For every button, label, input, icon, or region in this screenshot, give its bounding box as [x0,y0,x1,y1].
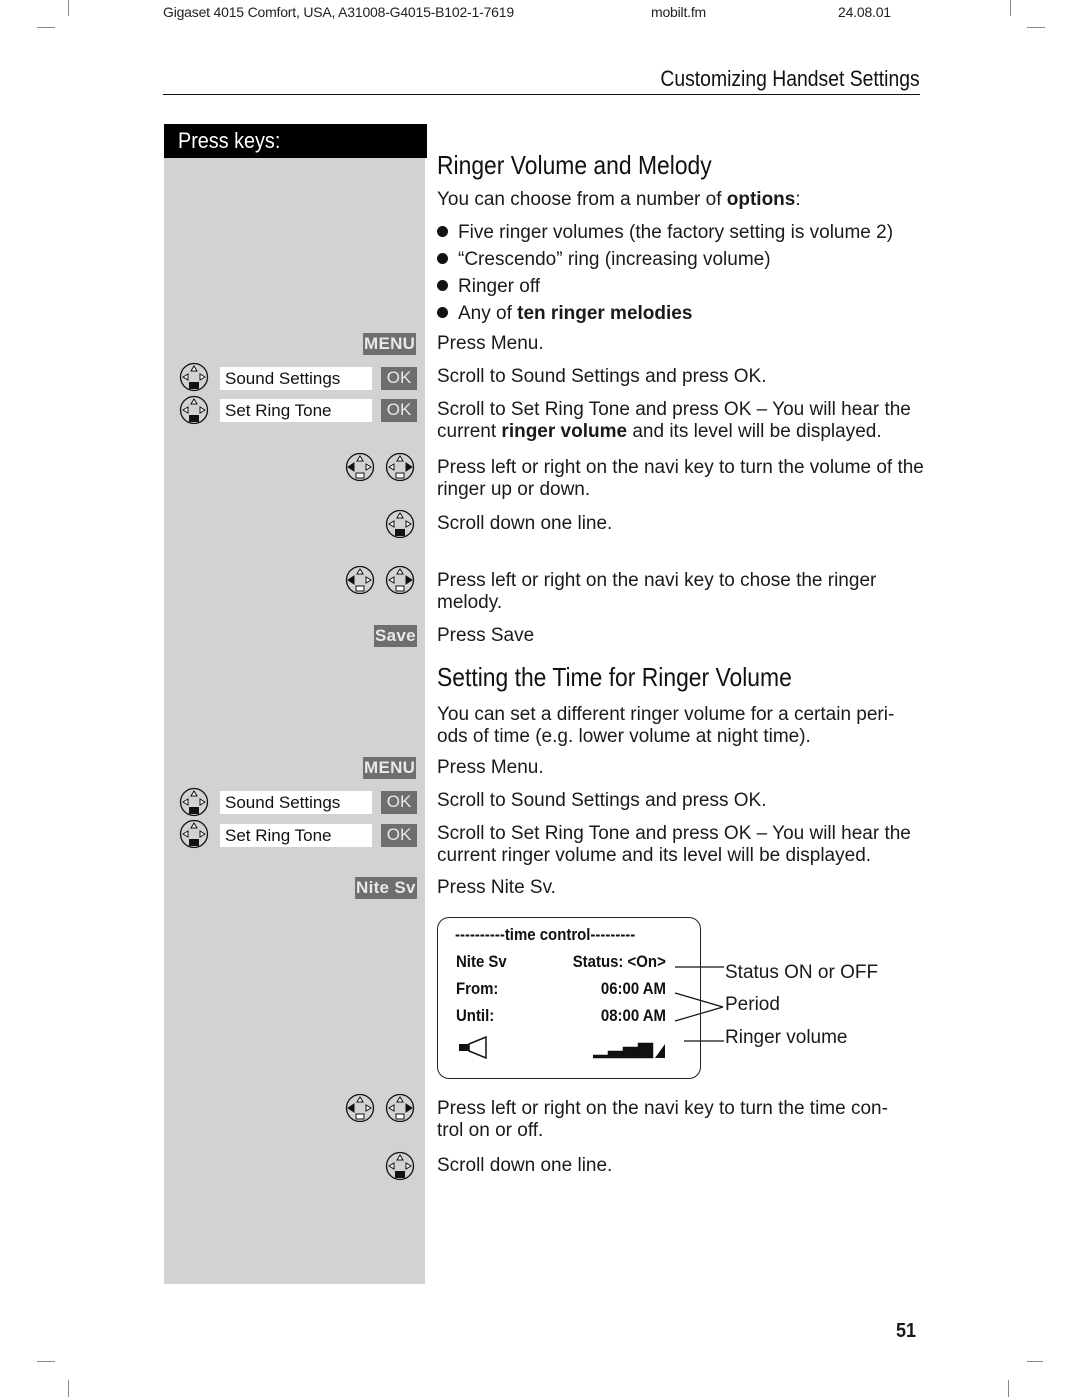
volume-step [593,1054,609,1059]
file-name: mobilt.fm [651,4,706,20]
crop-mark [1027,27,1045,28]
ok-key[interactable]: OK [381,791,417,814]
menu-item-set-ring-tone[interactable]: Set Ring Tone [220,399,372,422]
bullet-item: Ringer off [437,276,540,298]
crop-mark [37,27,55,28]
menu-item-sound-settings[interactable]: Sound Settings [220,791,372,814]
volume-step [637,1042,654,1059]
bullet-icon [437,280,448,291]
section-heading: Setting the Time for Ringer Volume [437,662,792,692]
step-text: Press left or right on the navi key to t… [437,457,924,500]
bullet-icon [437,226,448,237]
section-heading: Ringer Volume and Melody [437,150,712,180]
header-rule [163,94,920,95]
step-text: Scroll down one line. [437,1155,613,1176]
display-from-label: From: [456,979,499,998]
crop-mark [1010,0,1011,16]
page-number: 51 [896,1320,917,1342]
menu-key[interactable]: MENU [363,333,417,355]
volume-step [607,1050,624,1059]
save-key[interactable]: Save [374,625,417,647]
display-nite-label: Nite Sv [456,952,507,971]
step-text: Press Nite Sv. [437,877,556,898]
menu-item-set-ring-tone[interactable]: Set Ring Tone [220,824,372,847]
display-until-value: 08:00 AM [600,1006,666,1025]
doc-id: Gigaset 4015 Comfort, USA, A31008-G4015-… [163,4,514,20]
step-text: Scroll to Set Ring Tone and press OK – Y… [437,823,911,866]
annotation-volume: Ringer volume [725,1027,848,1048]
nite-sv-key[interactable]: Nite Sv [355,877,417,899]
annotation-leaders [674,966,724,1042]
step-text: Scroll to Sound Settings and press OK. [437,790,767,811]
intro-text: You can set a different ringer volume fo… [437,704,895,747]
chapter-title: Customizing Handset Settings [660,66,920,91]
doc-date: 24.08.01 [838,4,891,20]
menu-item-sound-settings[interactable]: Sound Settings [220,367,372,390]
bullet-item: “Crescendo” ring (increasing volume) [437,249,771,271]
navi-key-right-icon [385,452,415,482]
step-text: Scroll down one line. [437,513,613,534]
navi-key-right-icon [385,565,415,595]
step-text: Scroll to Sound Settings and press OK. [437,366,767,387]
speaker-icon [459,1036,487,1060]
display-status: Status: <On> [572,952,666,971]
step-text: Press Save [437,625,535,646]
crop-mark [68,1380,69,1397]
bullet-item: Five ringer volumes (the factory setting… [437,222,893,244]
crop-mark [68,0,69,16]
press-keys-header: Press keys: [164,124,427,158]
volume-step [622,1046,639,1059]
bullet-icon [437,307,448,318]
display-from-value: 06:00 AM [600,979,666,998]
step-text: Scroll to Set Ring Tone and press OK – Y… [437,399,911,442]
navi-key-right-icon [385,1093,415,1123]
navi-key-down-icon [179,395,209,425]
handset-display: ----------time control--------- Nite Sv … [437,917,701,1079]
intro-text: You can choose from a number of options: [437,189,801,210]
press-keys-label: Press keys: [178,128,281,153]
display-header: ----------time control--------- [455,925,636,944]
navi-key-down-icon [385,1151,415,1181]
annotation-period: Period [725,994,780,1015]
navi-key-left-icon [345,565,375,595]
crop-mark [1008,1380,1009,1397]
bullet-item: Any of ten ringer melodies [437,303,692,325]
step-text: Press Menu. [437,757,544,778]
ok-key[interactable]: OK [381,399,417,422]
step-text: Press left or right on the navi key to t… [437,1098,888,1141]
step-text: Press left or right on the navi key to c… [437,570,877,613]
volume-crescendo-icon [655,1044,665,1058]
ok-key[interactable]: OK [381,367,417,390]
ok-key[interactable]: OK [381,824,417,847]
annotation-status: Status ON or OFF [725,962,879,983]
navi-key-down-icon [179,787,209,817]
menu-key[interactable]: MENU [363,757,417,779]
navi-key-left-icon [345,1093,375,1123]
display-until-label: Until: [456,1006,495,1025]
navi-key-down-icon [179,362,209,392]
navi-key-left-icon [345,452,375,482]
crop-mark [1027,1361,1043,1362]
navi-key-down-icon [385,509,415,539]
crop-mark [37,1361,55,1362]
bullet-icon [437,253,448,264]
navi-key-down-icon [179,819,209,849]
step-text: Press Menu. [437,333,544,354]
